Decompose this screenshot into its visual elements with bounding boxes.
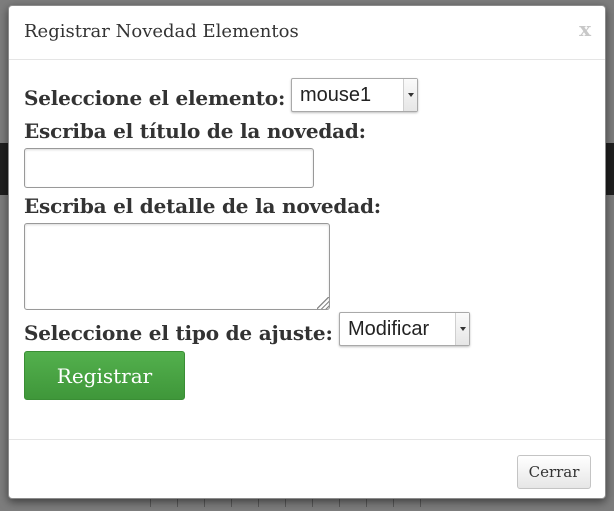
close-button[interactable]: Cerrar <box>517 455 591 489</box>
adjust-label: Seleccione el tipo de ajuste: <box>24 321 333 345</box>
modal-body: Seleccione el elemento: mouse1 Escriba e… <box>9 60 605 440</box>
chevron-down-icon <box>455 313 469 345</box>
detail-label: Escriba el detalle de la novedad: <box>24 194 381 218</box>
modal-title: Registrar Novedad Elementos <box>24 21 299 42</box>
detail-textarea[interactable] <box>24 223 330 310</box>
title-label: Escriba el título de la novedad: <box>24 119 366 143</box>
modal-footer: Cerrar <box>9 440 605 498</box>
element-select-value: mouse1 <box>300 84 372 106</box>
adjust-type-select[interactable]: Modificar <box>339 312 470 346</box>
register-novelty-modal: Registrar Novedad Elementos x Seleccione… <box>8 5 606 499</box>
modal-header: Registrar Novedad Elementos x <box>9 6 605 60</box>
register-button[interactable]: Registrar <box>24 351 185 400</box>
title-input[interactable] <box>24 148 314 188</box>
chevron-down-icon <box>403 79 417 111</box>
element-label: Seleccione el elemento: <box>24 86 286 110</box>
close-icon[interactable]: x <box>579 17 591 41</box>
adjust-type-select-value: Modificar <box>348 318 430 340</box>
element-select[interactable]: mouse1 <box>291 78 418 112</box>
